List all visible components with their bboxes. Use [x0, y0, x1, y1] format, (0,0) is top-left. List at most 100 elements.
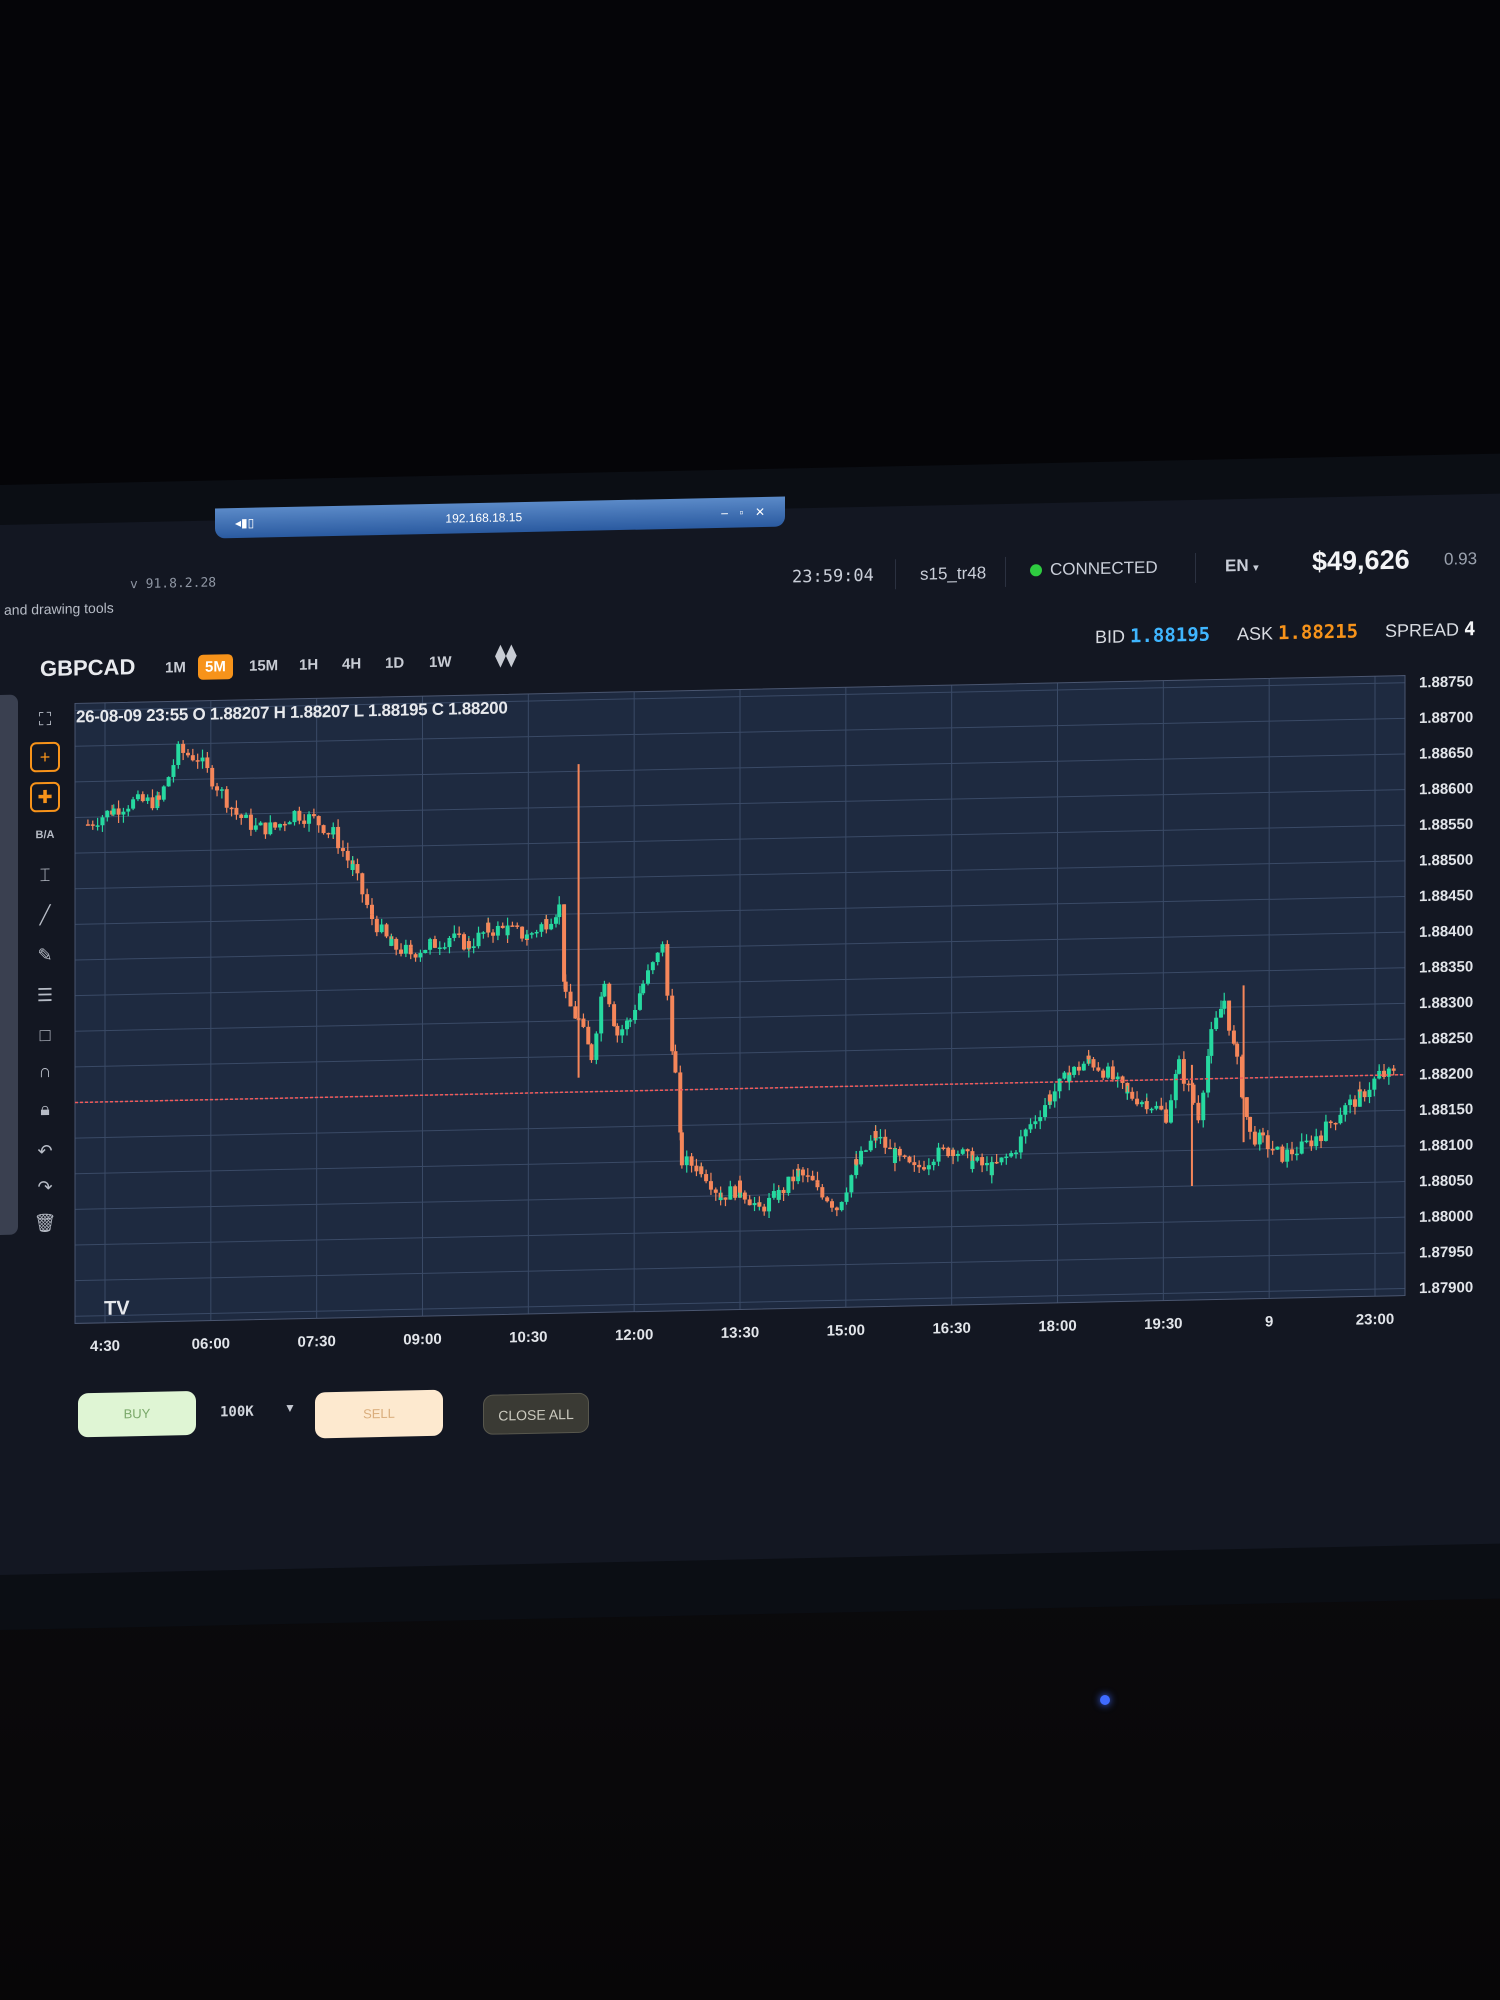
candle-body — [195, 760, 200, 762]
candle-body — [121, 811, 126, 815]
tf-5m[interactable]: 5M — [198, 654, 233, 680]
bid-value: 1.88195 — [1130, 623, 1211, 648]
candle-body — [544, 919, 549, 930]
candle-body — [85, 824, 90, 826]
minimize-icon[interactable]: – — [721, 506, 728, 520]
candle-body — [678, 1072, 683, 1133]
candle-body — [1052, 1091, 1057, 1102]
candle-body — [1009, 1153, 1014, 1157]
candle-body — [650, 962, 655, 971]
left-scrollbar[interactable] — [0, 694, 18, 1235]
candle-body — [902, 1155, 907, 1158]
tf-1d[interactable]: 1D — [378, 650, 411, 676]
candle-body — [234, 807, 239, 815]
candle-body — [1004, 1156, 1009, 1159]
candle-body — [1299, 1141, 1304, 1154]
candle-body — [699, 1166, 704, 1175]
lot-size-select[interactable]: 100K — [220, 1404, 254, 1421]
candle-body — [365, 894, 370, 905]
candle-body — [1235, 1043, 1240, 1057]
x-tick-label: 4:30 — [90, 1337, 120, 1355]
language-selector[interactable]: EN ▾ — [1225, 556, 1258, 577]
restore-icon[interactable]: ▫ — [739, 505, 743, 519]
candle-body — [495, 925, 500, 936]
x-tick-label: 09:00 — [403, 1331, 441, 1349]
remote-address: 192.168.18.15 — [445, 510, 523, 526]
candle-body — [292, 810, 297, 823]
candle-body — [767, 1197, 772, 1212]
candle-body — [481, 932, 486, 934]
y-tick-label: 1.88400 — [1419, 923, 1473, 941]
candle-body — [999, 1157, 1004, 1163]
candle-body — [403, 944, 408, 954]
candle-body — [594, 1033, 599, 1060]
tf-1w[interactable]: 1W — [422, 649, 459, 675]
candle-body — [747, 1199, 752, 1206]
candle-body — [1196, 1115, 1201, 1121]
x-tick-label: 07:30 — [297, 1333, 335, 1351]
candle-body — [500, 925, 505, 928]
candle-body — [922, 1167, 927, 1170]
candle-body — [1072, 1066, 1077, 1075]
candle-body — [140, 794, 145, 802]
candle-body — [1275, 1146, 1280, 1150]
candle-body — [244, 814, 249, 818]
candle-body — [1362, 1091, 1367, 1098]
close-all-button[interactable]: CLOSE ALL — [483, 1392, 589, 1435]
buy-button[interactable]: BUY — [78, 1390, 196, 1438]
candle-body — [1043, 1105, 1048, 1118]
candle-body — [970, 1160, 975, 1169]
candle-body — [1130, 1091, 1135, 1099]
candle-body — [273, 822, 278, 828]
candle-body — [145, 797, 150, 801]
candle-body — [612, 1004, 617, 1027]
chevron-down-icon[interactable]: ▼ — [284, 1401, 296, 1415]
x-tick-label: 16:30 — [932, 1320, 970, 1338]
candle-body — [486, 922, 491, 933]
candle-body — [892, 1148, 897, 1163]
price-chart[interactable]: 1.88750 1.88700 1.88650 1.88600 1.88550 1.885… — [55, 654, 1485, 1374]
tf-1h[interactable]: 1H — [292, 652, 325, 678]
candle-body — [615, 1025, 620, 1036]
close-icon[interactable]: ✕ — [755, 505, 765, 519]
candle-body — [738, 1180, 742, 1193]
sell-button[interactable]: SELL — [315, 1389, 443, 1439]
candle-body — [1214, 1017, 1219, 1030]
candle-body — [1280, 1146, 1285, 1149]
server-clock: 23:59:04 — [792, 565, 874, 588]
candle-body — [131, 799, 136, 809]
candle-body — [655, 952, 660, 963]
symbol-name[interactable]: GBPCAD — [40, 654, 135, 682]
candle-body — [830, 1201, 835, 1208]
y-tick-label: 1.88700 — [1419, 709, 1473, 727]
app-version: v 91.8.2.28 — [130, 575, 217, 593]
candle-body — [1218, 1008, 1223, 1018]
candle-body — [1115, 1076, 1120, 1080]
candle-body — [1328, 1121, 1333, 1124]
y-tick-label: 1.87900 — [1419, 1279, 1473, 1297]
status-dot-icon — [1030, 564, 1042, 577]
candle-body — [791, 1176, 796, 1182]
candle-body — [442, 947, 447, 949]
candle-body — [268, 822, 273, 835]
candle-type-icon[interactable]: ⧫⧫ — [495, 642, 517, 668]
account-balance: $49,626 — [1312, 544, 1410, 577]
candle-body — [408, 947, 413, 955]
candle-body — [771, 1190, 776, 1198]
candle-body — [491, 932, 496, 936]
candle-body — [557, 904, 562, 918]
candle-body — [156, 795, 161, 800]
tf-1m[interactable]: 1M — [158, 655, 193, 681]
candle-body — [437, 947, 442, 950]
candle-body — [897, 1148, 902, 1156]
user-id[interactable]: s15_tr48 — [920, 563, 986, 584]
candle-body — [912, 1162, 917, 1166]
candle-body — [1168, 1100, 1173, 1123]
x-tick-label: 18:00 — [1038, 1317, 1076, 1335]
candle-body — [135, 794, 140, 800]
tf-4h[interactable]: 4H — [335, 651, 368, 677]
candle-body — [849, 1175, 854, 1193]
candle-body — [713, 1189, 718, 1193]
candle-body — [520, 926, 525, 939]
tf-15m[interactable]: 15M — [242, 653, 285, 679]
